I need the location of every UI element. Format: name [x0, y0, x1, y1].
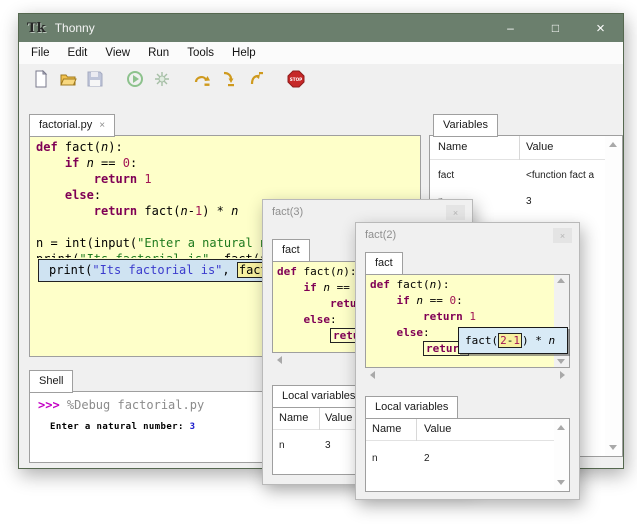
evaluated-expression-box: fact(2-1) * n [458, 327, 568, 354]
menu-bar: File Edit View Run Tools Help [19, 42, 623, 64]
variable-row-n[interactable]: n 2 [366, 447, 569, 471]
tab-factorial-py[interactable]: factorial.py × [29, 114, 115, 137]
variable-name: n [279, 440, 285, 451]
window-controls: – □ × [488, 14, 623, 42]
tab-close-icon[interactable]: × [99, 120, 105, 131]
local-variables-header: Name Value [366, 419, 569, 441]
close-icon: × [596, 20, 605, 37]
scroll-left-icon[interactable] [370, 371, 375, 379]
maximize-button[interactable]: □ [533, 14, 578, 42]
frame-tab-label: fact [375, 257, 393, 269]
scroll-down-icon[interactable] [557, 480, 565, 485]
variable-value: 2 [424, 453, 549, 464]
variables-tab-label: Variables [443, 119, 488, 131]
maximize-icon: □ [552, 21, 559, 35]
thonny-logo-icon: Tk [27, 21, 46, 36]
step-into-button[interactable] [217, 67, 241, 91]
debug-star-icon [153, 70, 171, 88]
code-line: if n == 0: [370, 293, 569, 309]
scroll-down-icon[interactable] [557, 359, 565, 364]
code-line: if n == 0: [36, 155, 418, 171]
menu-item-file[interactable]: File [22, 44, 59, 62]
frame-title[interactable]: fact(3) [272, 206, 303, 218]
tab-shell[interactable]: Shell [29, 370, 73, 393]
code-line: return 1 [370, 309, 569, 325]
variables-header: Name Value [430, 136, 622, 160]
variable-value: <function fact a [526, 170, 602, 181]
window-title: Thonny [55, 21, 95, 35]
local-variables-label: Local variables [375, 401, 448, 413]
title-bar[interactable]: Tk Thonny – □ × [19, 14, 623, 42]
local-variables-label: Local variables [282, 390, 355, 402]
scroll-up-icon[interactable] [557, 278, 565, 283]
open-file-button[interactable] [56, 67, 80, 91]
column-header-value: Value [424, 423, 451, 435]
new-file-icon [32, 70, 50, 88]
toolbar: STOP [19, 64, 623, 94]
editor-tab-label: factorial.py [39, 119, 92, 131]
scroll-right-icon[interactable] [560, 371, 565, 379]
new-file-button[interactable] [29, 67, 53, 91]
save-file-button[interactable] [83, 67, 107, 91]
run-play-icon [126, 70, 144, 88]
scroll-left-icon[interactable] [277, 356, 282, 364]
code-line: def fact(n): [36, 139, 418, 155]
close-icon: × [560, 231, 565, 241]
local-variables-tab[interactable]: Local variables [272, 385, 365, 408]
step-out-icon [247, 70, 265, 88]
code-line: return 1 [36, 171, 418, 187]
frame-tab-fact[interactable]: fact [272, 239, 310, 262]
open-folder-icon [59, 70, 77, 88]
column-divider [519, 136, 520, 160]
tab-variables[interactable]: Variables [433, 114, 498, 137]
scroll-up-icon[interactable] [557, 425, 565, 430]
column-divider [416, 419, 417, 441]
stop-sign-icon: STOP [287, 70, 305, 88]
close-button[interactable]: × [578, 14, 623, 42]
close-icon: × [453, 208, 458, 218]
column-header-name: Name [279, 412, 308, 424]
minimize-button[interactable]: – [488, 14, 533, 42]
code-line: def fact(n): [370, 277, 569, 293]
stop-button[interactable]: STOP [284, 67, 308, 91]
frame-tab-label: fact [282, 244, 300, 256]
local-variables-tab[interactable]: Local variables [365, 396, 458, 419]
menu-item-help[interactable]: Help [223, 44, 265, 62]
menu-item-edit[interactable]: Edit [59, 44, 97, 62]
variable-name: n [372, 453, 378, 464]
frame-close-button[interactable]: × [553, 228, 572, 243]
variables-scrollbar[interactable] [605, 136, 622, 456]
column-header-name: Name [372, 423, 401, 435]
save-floppy-icon [86, 70, 104, 88]
step-over-icon [193, 70, 211, 88]
frame-hscrollbar[interactable] [365, 368, 570, 383]
step-out-button[interactable] [244, 67, 268, 91]
column-divider [319, 408, 320, 430]
minimize-icon: – [507, 21, 514, 35]
variable-value: 3 [526, 196, 602, 207]
column-header-value: Value [526, 141, 553, 153]
active-statement-box: print("Its factorial is", fact(3)) [38, 259, 276, 282]
frame-title[interactable]: fact(2) [365, 229, 396, 241]
debug-script-button[interactable] [150, 67, 174, 91]
variable-name: fact [438, 170, 454, 181]
local-variables-scrollbar[interactable] [554, 419, 569, 491]
scroll-down-icon[interactable] [609, 445, 617, 450]
menu-item-run[interactable]: Run [139, 44, 178, 62]
frame-close-button[interactable]: × [446, 205, 465, 220]
scroll-up-icon[interactable] [609, 142, 617, 147]
column-header-value: Value [325, 412, 352, 424]
shell-tab-label: Shell [39, 375, 63, 387]
run-script-button[interactable] [123, 67, 147, 91]
column-header-name: Name [438, 141, 467, 153]
step-into-icon [220, 70, 238, 88]
menu-item-view[interactable]: View [96, 44, 139, 62]
variable-row-fact[interactable]: fact <function fact a [430, 164, 622, 188]
step-over-button[interactable] [190, 67, 214, 91]
menu-item-tools[interactable]: Tools [178, 44, 223, 62]
stop-label: STOP [290, 77, 303, 82]
local-variables-table-fact2: Name Value n 2 [365, 418, 570, 492]
frame-tab-fact[interactable]: fact [365, 252, 403, 275]
